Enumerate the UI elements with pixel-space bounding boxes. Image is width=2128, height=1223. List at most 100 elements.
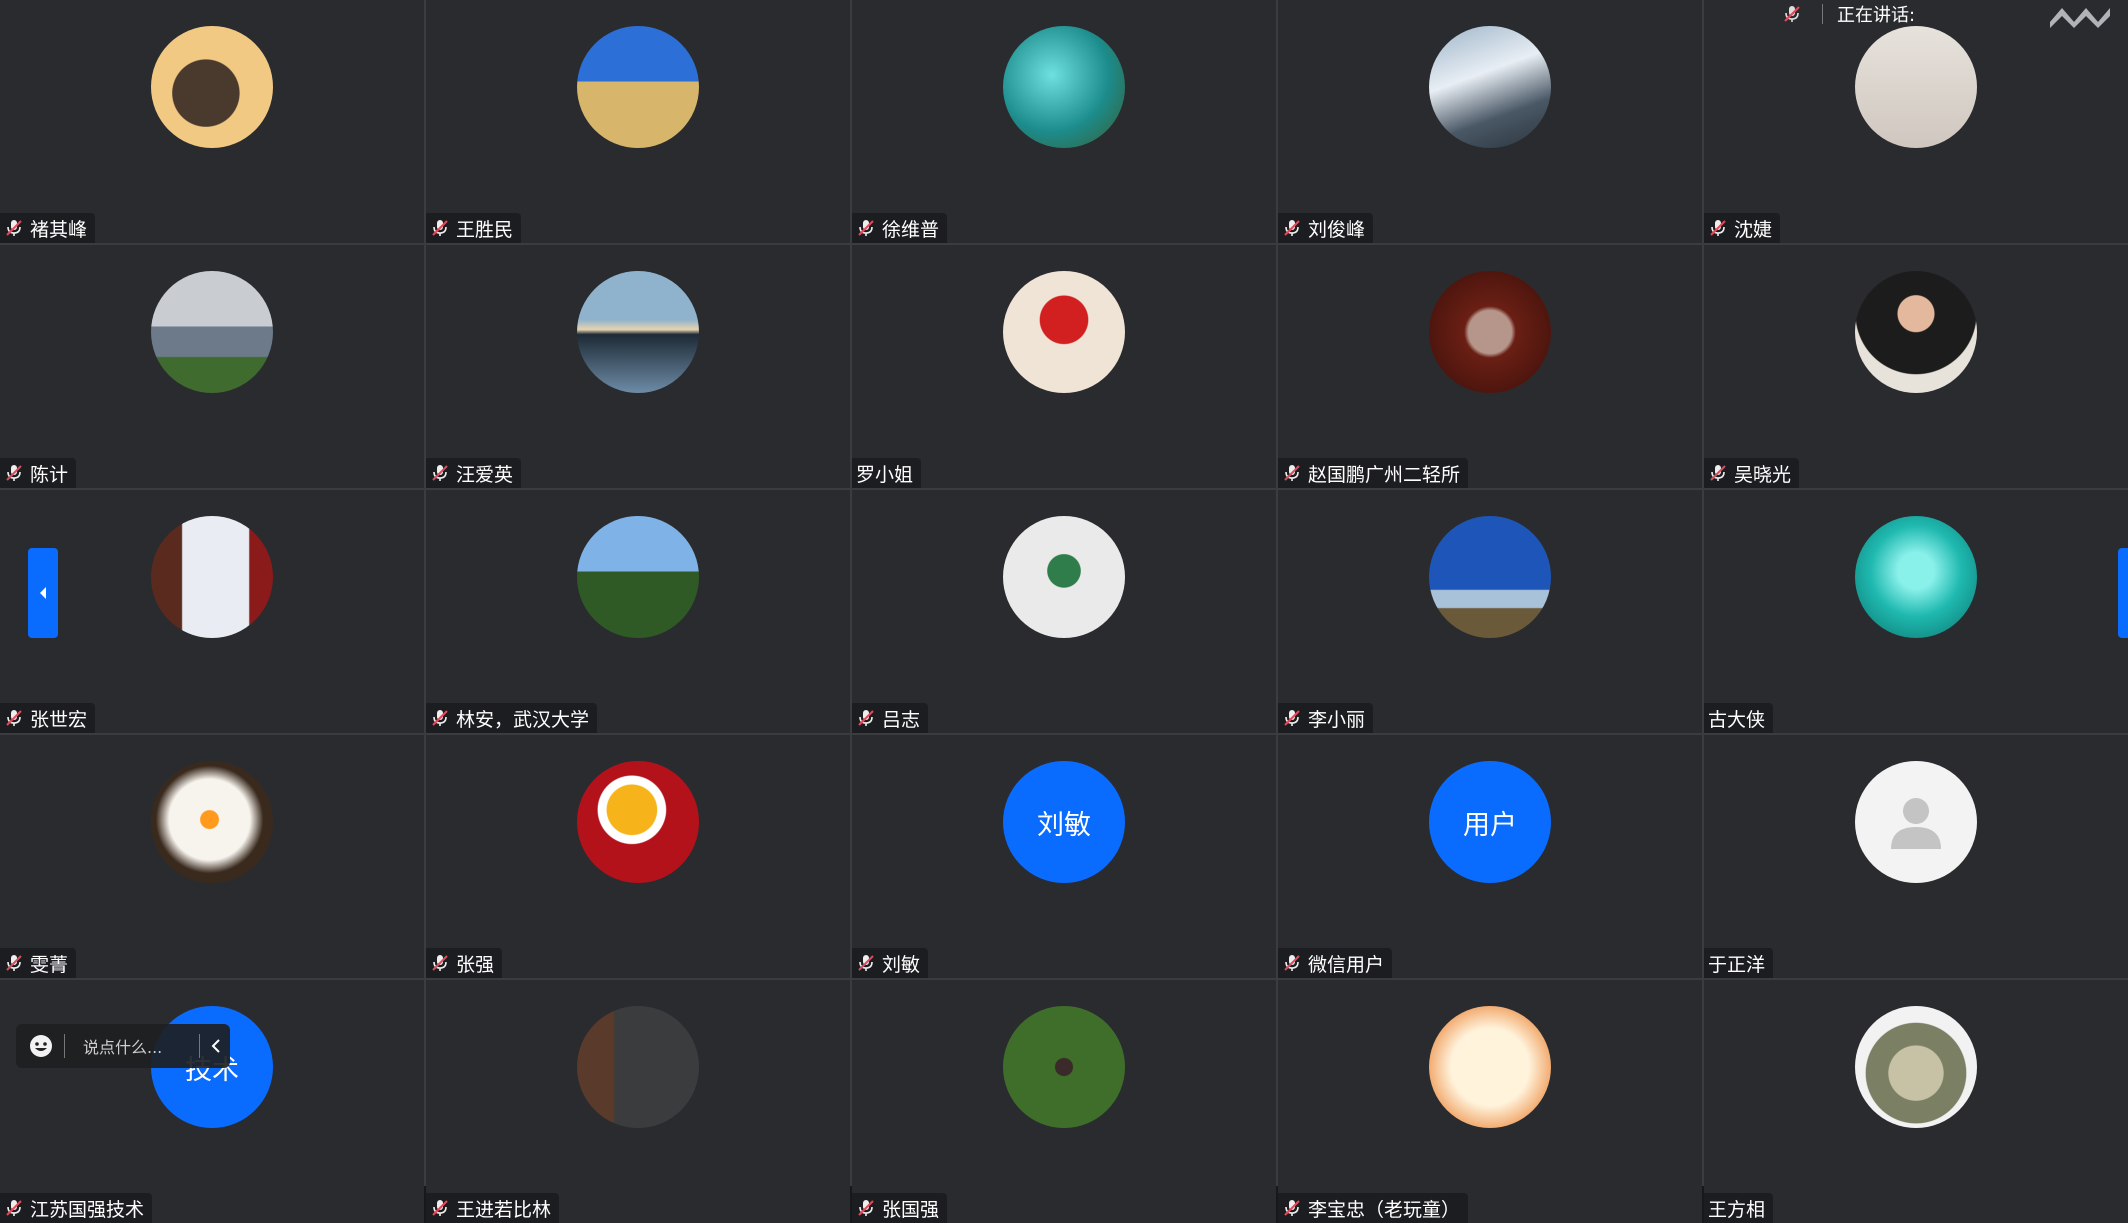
name-tag: 张国强: [852, 1193, 948, 1223]
participant-tile[interactable]: 王胜民: [426, 0, 850, 243]
participant-name: 张世宏: [30, 708, 88, 731]
participant-tile[interactable]: 技术 江苏国强技术: [0, 980, 424, 1223]
avatar: [151, 26, 273, 148]
participant-tile[interactable]: 王进若比林: [426, 980, 850, 1223]
participant-name: 张强: [456, 953, 495, 976]
participant-tile[interactable]: 古大侠: [1704, 490, 2128, 733]
chevron-left-icon: [40, 587, 46, 599]
name-tag: 吕志: [852, 703, 929, 733]
speaking-label: 正在讲话:: [1837, 5, 1916, 26]
participant-tile[interactable]: 李小丽: [1278, 490, 1702, 733]
avatar: [1855, 1006, 1977, 1128]
participant-name: 李小丽: [1308, 708, 1366, 731]
avatar-initials: 刘敏: [1003, 761, 1125, 883]
name-tag: 王进若比林: [426, 1193, 560, 1223]
name-tag: 刘敏: [852, 948, 929, 978]
muted-mic-icon: [432, 220, 448, 236]
muted-mic-icon: [1710, 220, 1726, 236]
muted-mic-icon: [6, 465, 22, 481]
prev-page-button[interactable]: [28, 548, 58, 638]
participant-tile[interactable]: 陈计: [0, 245, 424, 488]
muted-mic-icon: [1284, 955, 1300, 971]
next-page-button[interactable]: [2118, 548, 2128, 638]
avatar: [577, 516, 699, 638]
participant-tile[interactable]: 刘敏 刘敏: [852, 735, 1276, 978]
video-grid: 褚其峰 王胜民 徐维普 刘俊峰 沈婕陈计 汪爱英 罗小姐 赵国鹏广州二轻所 吴晓光张世宏 林安，武…: [0, 0, 2128, 1223]
name-tag: 赵国鹏广州二轻所: [1278, 458, 1469, 488]
participant-tile[interactable]: 李宝忠（老玩童）: [1278, 980, 1702, 1223]
participant-tile[interactable]: 王方相: [1704, 980, 2128, 1223]
chat-input[interactable]: 说点什么...: [83, 1034, 162, 1058]
muted-mic-icon: [1784, 6, 1800, 22]
participant-tile[interactable]: 林安，武汉大学: [426, 490, 850, 733]
participant-tile[interactable]: 沈婕: [1704, 0, 2128, 243]
participant-tile[interactable]: 赵国鹏广州二轻所: [1278, 245, 1702, 488]
name-tag: 沈婕: [1704, 213, 1781, 243]
name-tag: 陈计: [0, 458, 77, 488]
avatar: [577, 761, 699, 883]
participant-tile[interactable]: 雯菁: [0, 735, 424, 978]
participant-name: 古大侠: [1708, 708, 1766, 731]
participant-name: 张国强: [882, 1198, 940, 1221]
name-tag: 古大侠: [1704, 703, 1774, 733]
participant-tile[interactable]: 张世宏: [0, 490, 424, 733]
name-tag: 刘俊峰: [1278, 213, 1374, 243]
collapse-chat-button[interactable]: [199, 1034, 222, 1058]
participant-tile[interactable]: 汪爱英: [426, 245, 850, 488]
participant-tile[interactable]: 吕志: [852, 490, 1276, 733]
muted-mic-icon: [432, 710, 448, 726]
participant-name: 李宝忠（老玩童）: [1308, 1198, 1461, 1221]
participant-tile[interactable]: 用户 微信用户: [1278, 735, 1702, 978]
participant-tile[interactable]: 刘俊峰: [1278, 0, 1702, 243]
name-tag: 张世宏: [0, 703, 96, 733]
default-user-avatar-icon: [1855, 761, 1977, 883]
avatar: [1429, 516, 1551, 638]
participant-name: 江苏国强技术: [30, 1198, 145, 1221]
name-tag: 雯菁: [0, 948, 77, 978]
participant-tile[interactable]: 吴晓光: [1704, 245, 2128, 488]
muted-mic-icon: [858, 955, 874, 971]
name-tag: 李宝忠（老玩童）: [1278, 1193, 1469, 1223]
participant-name: 刘俊峰: [1308, 218, 1366, 241]
muted-mic-icon: [1284, 465, 1300, 481]
name-tag: 于正洋: [1704, 948, 1774, 978]
muted-mic-icon: [432, 465, 448, 481]
avatar: [577, 1006, 699, 1128]
participant-name: 吕志: [882, 708, 921, 731]
name-tag: 王胜民: [426, 213, 522, 243]
name-tag: 林安，武汉大学: [426, 703, 598, 733]
app-logo-icon: [2050, 8, 2110, 28]
participant-name: 吴晓光: [1734, 463, 1792, 486]
avatar: [151, 761, 273, 883]
muted-mic-icon: [1284, 220, 1300, 236]
name-tag: 褚其峰: [0, 213, 96, 243]
emoji-icon[interactable]: [28, 1033, 54, 1059]
participant-name: 罗小姐: [856, 463, 914, 486]
muted-mic-icon: [1284, 710, 1300, 726]
avatar: [1855, 516, 1977, 638]
name-tag: 张强: [426, 948, 503, 978]
participant-name: 汪爱英: [456, 463, 514, 486]
participant-name: 雯菁: [30, 953, 69, 976]
chat-input-bar[interactable]: 说点什么...: [16, 1024, 230, 1068]
participant-name: 陈计: [30, 463, 69, 486]
avatar: [1003, 516, 1125, 638]
avatar: [577, 26, 699, 148]
muted-mic-icon: [432, 955, 448, 971]
avatar: [1429, 271, 1551, 393]
participant-name: 微信用户: [1308, 953, 1385, 976]
participant-tile[interactable]: 于正洋: [1704, 735, 2128, 978]
participant-tile[interactable]: 张强: [426, 735, 850, 978]
participant-name: 王方相: [1708, 1198, 1766, 1221]
participant-tile[interactable]: 徐维普: [852, 0, 1276, 243]
participant-tile[interactable]: 张国强: [852, 980, 1276, 1223]
muted-mic-icon: [1710, 465, 1726, 481]
participant-name: 王进若比林: [456, 1198, 552, 1221]
participant-tile[interactable]: 褚其峰: [0, 0, 424, 243]
name-tag: 李小丽: [1278, 703, 1374, 733]
participant-name: 赵国鹏广州二轻所: [1308, 463, 1461, 486]
muted-mic-icon: [6, 220, 22, 236]
participant-tile[interactable]: 罗小姐: [852, 245, 1276, 488]
name-tag: 王方相: [1704, 1193, 1774, 1223]
muted-mic-icon: [6, 955, 22, 971]
